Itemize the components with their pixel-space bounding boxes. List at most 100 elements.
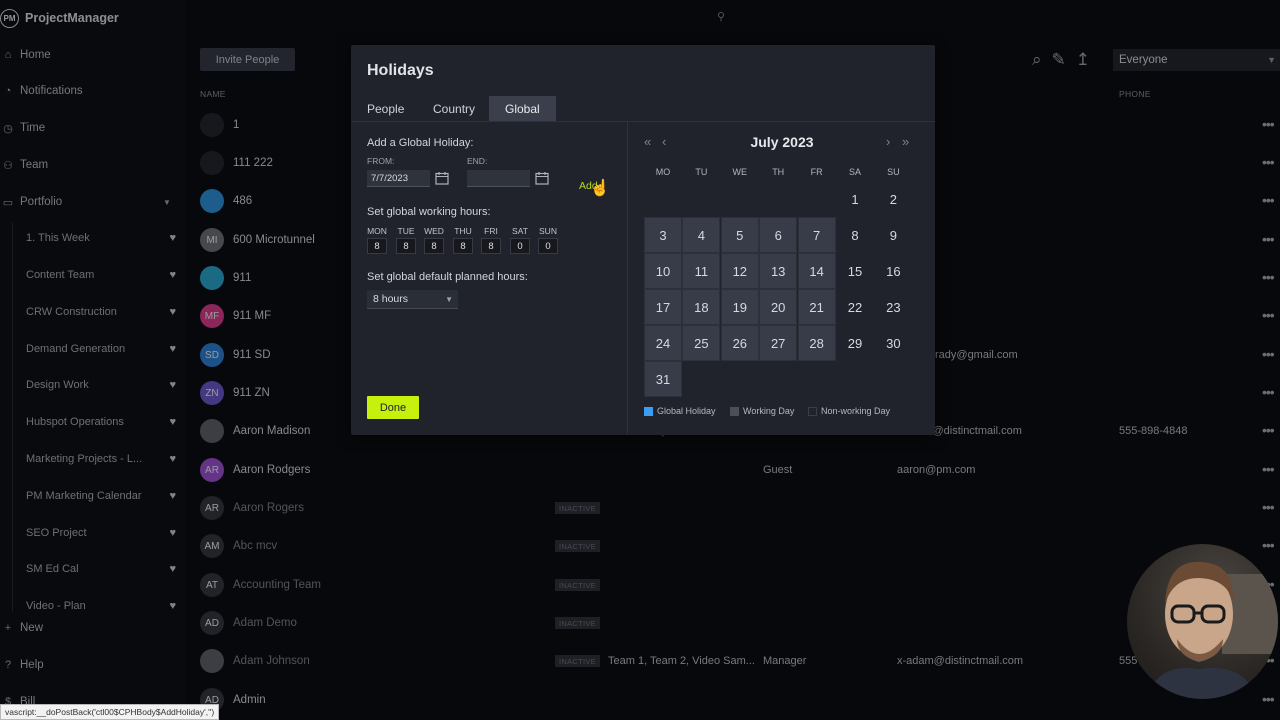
calendar-day[interactable]: 29 [836,325,874,361]
more-options-icon[interactable]: ••• [1262,384,1275,400]
calendar-day[interactable]: 22 [836,289,874,325]
project-item[interactable]: Marketing Projects - L... ♥ [26,449,176,469]
calendar-day[interactable]: 17 [644,289,682,325]
person-name[interactable]: Aaron Rodgers [233,464,310,476]
calendar-day[interactable]: 12 [720,253,759,289]
from-date-input[interactable]: 7/7/2023 [367,170,430,187]
project-item[interactable]: 1. This Week ♥ [26,228,176,248]
nav-portfolio[interactable]: ▭ Portfolio ▼ [0,192,185,212]
heart-icon[interactable]: ♥ [169,306,176,318]
nav-new[interactable]: + New [0,618,185,638]
more-options-icon[interactable]: ••• [1262,422,1275,438]
more-options-icon[interactable]: ••• [1262,691,1275,707]
calendar-day[interactable]: 9 [874,217,912,253]
calendar-day[interactable]: 20 [759,289,798,325]
hours-input[interactable]: 8 [424,238,444,254]
person-name[interactable]: Admin [233,694,266,706]
project-item[interactable]: Hubspot Operations ♥ [26,412,176,432]
person-name[interactable]: 486 [233,195,252,207]
calendar-day[interactable]: 15 [836,253,874,289]
calendar-icon[interactable] [535,171,549,185]
person-name[interactable]: 911 SD [233,349,271,361]
hours-input[interactable]: 0 [538,238,558,254]
invite-people-button[interactable]: Invite People [200,48,295,71]
more-options-icon[interactable]: ••• [1262,346,1275,362]
more-options-icon[interactable]: ••• [1262,269,1275,285]
more-options-icon[interactable]: ••• [1262,461,1275,477]
calendar-day[interactable]: 11 [682,253,721,289]
calendar-day[interactable]: 24 [644,325,682,361]
calendar-day[interactable]: 13 [759,253,798,289]
heart-icon[interactable]: ♥ [169,416,176,428]
calendar-day[interactable]: 10 [644,253,682,289]
heart-icon[interactable]: ♥ [169,453,176,465]
table-row[interactable]: AM Abc mcv INACTIVE ••• [200,532,1280,562]
tab-country[interactable]: Country [417,96,491,121]
brand[interactable]: PM ProjectManager [0,8,119,28]
done-button[interactable]: Done [367,396,419,419]
heart-icon[interactable]: ♥ [169,343,176,355]
table-row[interactable]: Adam Johnson INACTIVE Team 1, Team 2, Vide… [200,647,1280,677]
heart-icon[interactable]: ♥ [169,379,176,391]
more-options-icon[interactable]: ••• [1262,116,1275,132]
heart-icon[interactable]: ♥ [169,527,176,539]
calendar-day[interactable]: 7 [797,217,836,253]
filter-select[interactable]: Everyone ▼ [1113,49,1280,71]
user-settings-icon[interactable]: ⚲ [717,10,725,23]
project-item[interactable]: Design Work ♥ [26,375,176,395]
person-name[interactable]: 911 [233,272,251,284]
project-item[interactable]: Video - Plan ♥ [26,596,176,616]
tab-people[interactable]: People [351,96,420,121]
person-name[interactable]: Adam Demo [233,617,297,629]
table-row[interactable]: AR Aaron Rodgers Guest aaron@pm.com ••• [200,456,1280,486]
person-name[interactable]: Adam Johnson [233,655,310,667]
project-item[interactable]: PM Marketing Calendar ♥ [26,486,176,506]
calendar-day[interactable]: 3 [644,217,682,253]
more-options-icon[interactable]: ••• [1262,537,1275,553]
calendar-day[interactable]: 31 [644,361,682,397]
project-item[interactable]: Content Team ♥ [26,265,176,285]
calendar-day[interactable]: 19 [720,289,759,325]
nav-time[interactable]: ◷ Time [0,118,185,138]
heart-icon[interactable]: ♥ [169,563,176,575]
calendar-day[interactable]: 16 [874,253,912,289]
planned-hours-select[interactable]: 8 hours ▼ [367,290,458,309]
calendar-icon[interactable] [435,171,449,185]
end-date-input[interactable] [467,170,530,187]
more-options-icon[interactable]: ••• [1262,154,1275,170]
project-item[interactable]: CRW Construction ♥ [26,302,176,322]
calendar-day[interactable]: 25 [682,325,721,361]
calendar-day[interactable]: 4 [682,217,721,253]
person-name[interactable]: 1 [233,119,239,131]
next-year-icon[interactable]: » [902,134,909,149]
calendar-day[interactable]: 30 [874,325,912,361]
calendar-day[interactable]: 6 [759,217,798,253]
more-options-icon[interactable]: ••• [1262,192,1275,208]
hours-input[interactable]: 8 [396,238,416,254]
next-month-icon[interactable]: › [886,134,890,149]
wrench-icon[interactable]: ✎ [1052,50,1066,70]
person-name[interactable]: Aaron Rogers [233,502,304,514]
calendar-day[interactable]: 1 [836,181,874,217]
calendar-day[interactable]: 28 [797,325,836,361]
calendar-day[interactable]: 27 [759,325,798,361]
more-options-icon[interactable]: ••• [1262,231,1275,247]
nav-notifications[interactable]: ◔ Notifications [0,81,185,101]
calendar-day[interactable]: 2 [874,181,912,217]
project-item[interactable]: Demand Generation ♥ [26,339,176,359]
table-row[interactable]: ADAdam DemoINACTIVE••• [200,609,1280,639]
nav-team[interactable]: ⚇ Team [0,155,185,175]
calendar-day[interactable]: 18 [682,289,721,325]
heart-icon[interactable]: ♥ [169,232,176,244]
person-name[interactable]: Abc mcv [233,540,277,552]
heart-icon[interactable]: ♥ [169,600,176,612]
more-options-icon[interactable]: ••• [1262,499,1275,515]
nav-help[interactable]: ? Help [0,655,185,675]
person-name[interactable]: Aaron Madison [233,425,310,437]
table-row[interactable]: AD Admin ••• [200,686,1280,716]
hours-input[interactable]: 0 [510,238,530,254]
heart-icon[interactable]: ♥ [169,490,176,502]
nav-home[interactable]: ⌂ Home [0,45,185,65]
sort-icon[interactable]: ↥ [1076,50,1090,70]
calendar-day[interactable]: 23 [874,289,912,325]
